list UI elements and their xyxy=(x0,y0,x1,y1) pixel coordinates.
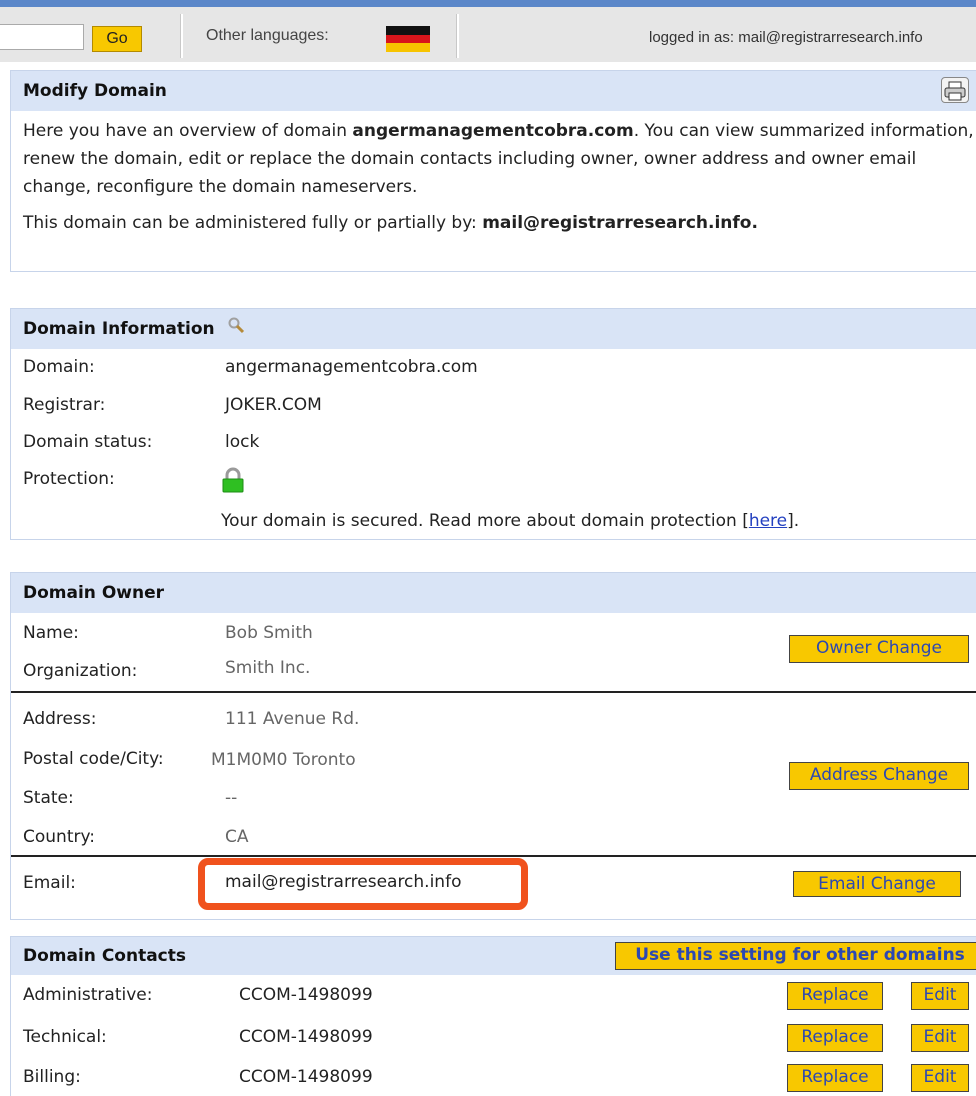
technical-value: CCOM-1498099 xyxy=(239,1027,373,1047)
technical-replace-button[interactable]: Replace xyxy=(787,1024,883,1052)
billing-value: CCOM-1498099 xyxy=(239,1067,373,1087)
domain-contacts-header: Domain Contacts Use this setting for oth… xyxy=(11,937,976,975)
domain-status-label: Domain status: xyxy=(23,432,153,452)
registrar-value: JOKER.COM xyxy=(225,395,322,415)
top-bar: Go Other languages: logged in as: mail@r… xyxy=(0,0,976,62)
administrative-replace-button[interactable]: Replace xyxy=(787,982,883,1010)
domain-contacts-panel: Domain Contacts Use this setting for oth… xyxy=(10,936,976,1096)
other-languages-label: Other languages: xyxy=(206,27,329,44)
top-accent-bar xyxy=(0,0,976,7)
divider xyxy=(180,14,183,58)
logged-in-status: logged in as: mail@registrarresearch.inf… xyxy=(649,29,923,46)
domain-secured-text: Your domain is secured. Read more about … xyxy=(221,511,800,531)
email-label: Email: xyxy=(23,873,76,893)
administrative-value: CCOM-1498099 xyxy=(239,985,373,1005)
domain-contacts-title: Domain Contacts xyxy=(23,946,187,966)
domain-name-bold: angermanagementcobra.com xyxy=(352,121,634,141)
administrative-label: Administrative: xyxy=(23,985,153,1005)
modify-domain-header: Modify Domain xyxy=(11,71,976,111)
address-value: 111 Avenue Rd. xyxy=(225,709,360,729)
use-setting-other-domains-button[interactable]: Use this setting for other domains xyxy=(615,942,976,970)
divider xyxy=(456,14,459,58)
email-highlight-box xyxy=(198,858,528,910)
billing-edit-button[interactable]: Edit xyxy=(911,1064,969,1092)
address-label: Address: xyxy=(23,709,97,729)
postal-city-value: M1M0M0 Toronto xyxy=(211,750,356,770)
email-change-button[interactable]: Email Change xyxy=(793,871,961,897)
registrar-label: Registrar: xyxy=(23,395,106,415)
domain-label: Domain: xyxy=(23,357,95,377)
administered-by-text: This domain can be administered fully or… xyxy=(23,213,758,233)
state-value: -- xyxy=(225,788,238,808)
modify-domain-panel: Modify Domain Here you have an overview … xyxy=(10,70,976,272)
domain-status-value: lock xyxy=(225,432,260,452)
domain-information-title: Domain Information xyxy=(23,319,215,339)
postal-city-label: Postal code/City: xyxy=(23,749,164,769)
organization-value: Smith Inc. xyxy=(225,658,311,678)
billing-label: Billing: xyxy=(23,1067,81,1087)
german-flag-icon[interactable] xyxy=(386,26,430,52)
magnifier-icon[interactable] xyxy=(227,309,245,349)
domain-value: angermanagementcobra.com xyxy=(225,357,478,377)
divider xyxy=(11,855,976,857)
divider xyxy=(11,691,976,693)
admin-email-bold: mail@registrarresearch.info. xyxy=(482,213,758,233)
country-value: CA xyxy=(225,827,249,847)
search-input[interactable] xyxy=(0,24,84,50)
printer-icon[interactable] xyxy=(941,77,969,103)
domain-owner-title: Domain Owner xyxy=(23,583,164,603)
administrative-edit-button[interactable]: Edit xyxy=(911,982,969,1010)
technical-label: Technical: xyxy=(23,1027,107,1047)
billing-replace-button[interactable]: Replace xyxy=(787,1064,883,1092)
organization-label: Organization: xyxy=(23,661,138,681)
go-button[interactable]: Go xyxy=(92,26,142,52)
domain-information-header: Domain Information xyxy=(11,309,976,349)
country-label: Country: xyxy=(23,827,96,847)
owner-name-label: Name: xyxy=(23,623,79,643)
modify-domain-title: Modify Domain xyxy=(23,81,167,101)
address-change-button[interactable]: Address Change xyxy=(789,762,969,790)
state-label: State: xyxy=(23,788,74,808)
owner-name-value: Bob Smith xyxy=(225,623,313,643)
technical-edit-button[interactable]: Edit xyxy=(911,1024,969,1052)
domain-owner-header: Domain Owner xyxy=(11,573,976,613)
owner-change-button[interactable]: Owner Change xyxy=(789,635,969,663)
modify-domain-description: Here you have an overview of domain ange… xyxy=(23,121,974,197)
protection-label: Protection: xyxy=(23,469,115,489)
here-link[interactable]: here xyxy=(749,511,787,531)
lock-icon xyxy=(221,467,245,500)
domain-information-panel: Domain Information Domain: angermanageme… xyxy=(10,308,976,540)
